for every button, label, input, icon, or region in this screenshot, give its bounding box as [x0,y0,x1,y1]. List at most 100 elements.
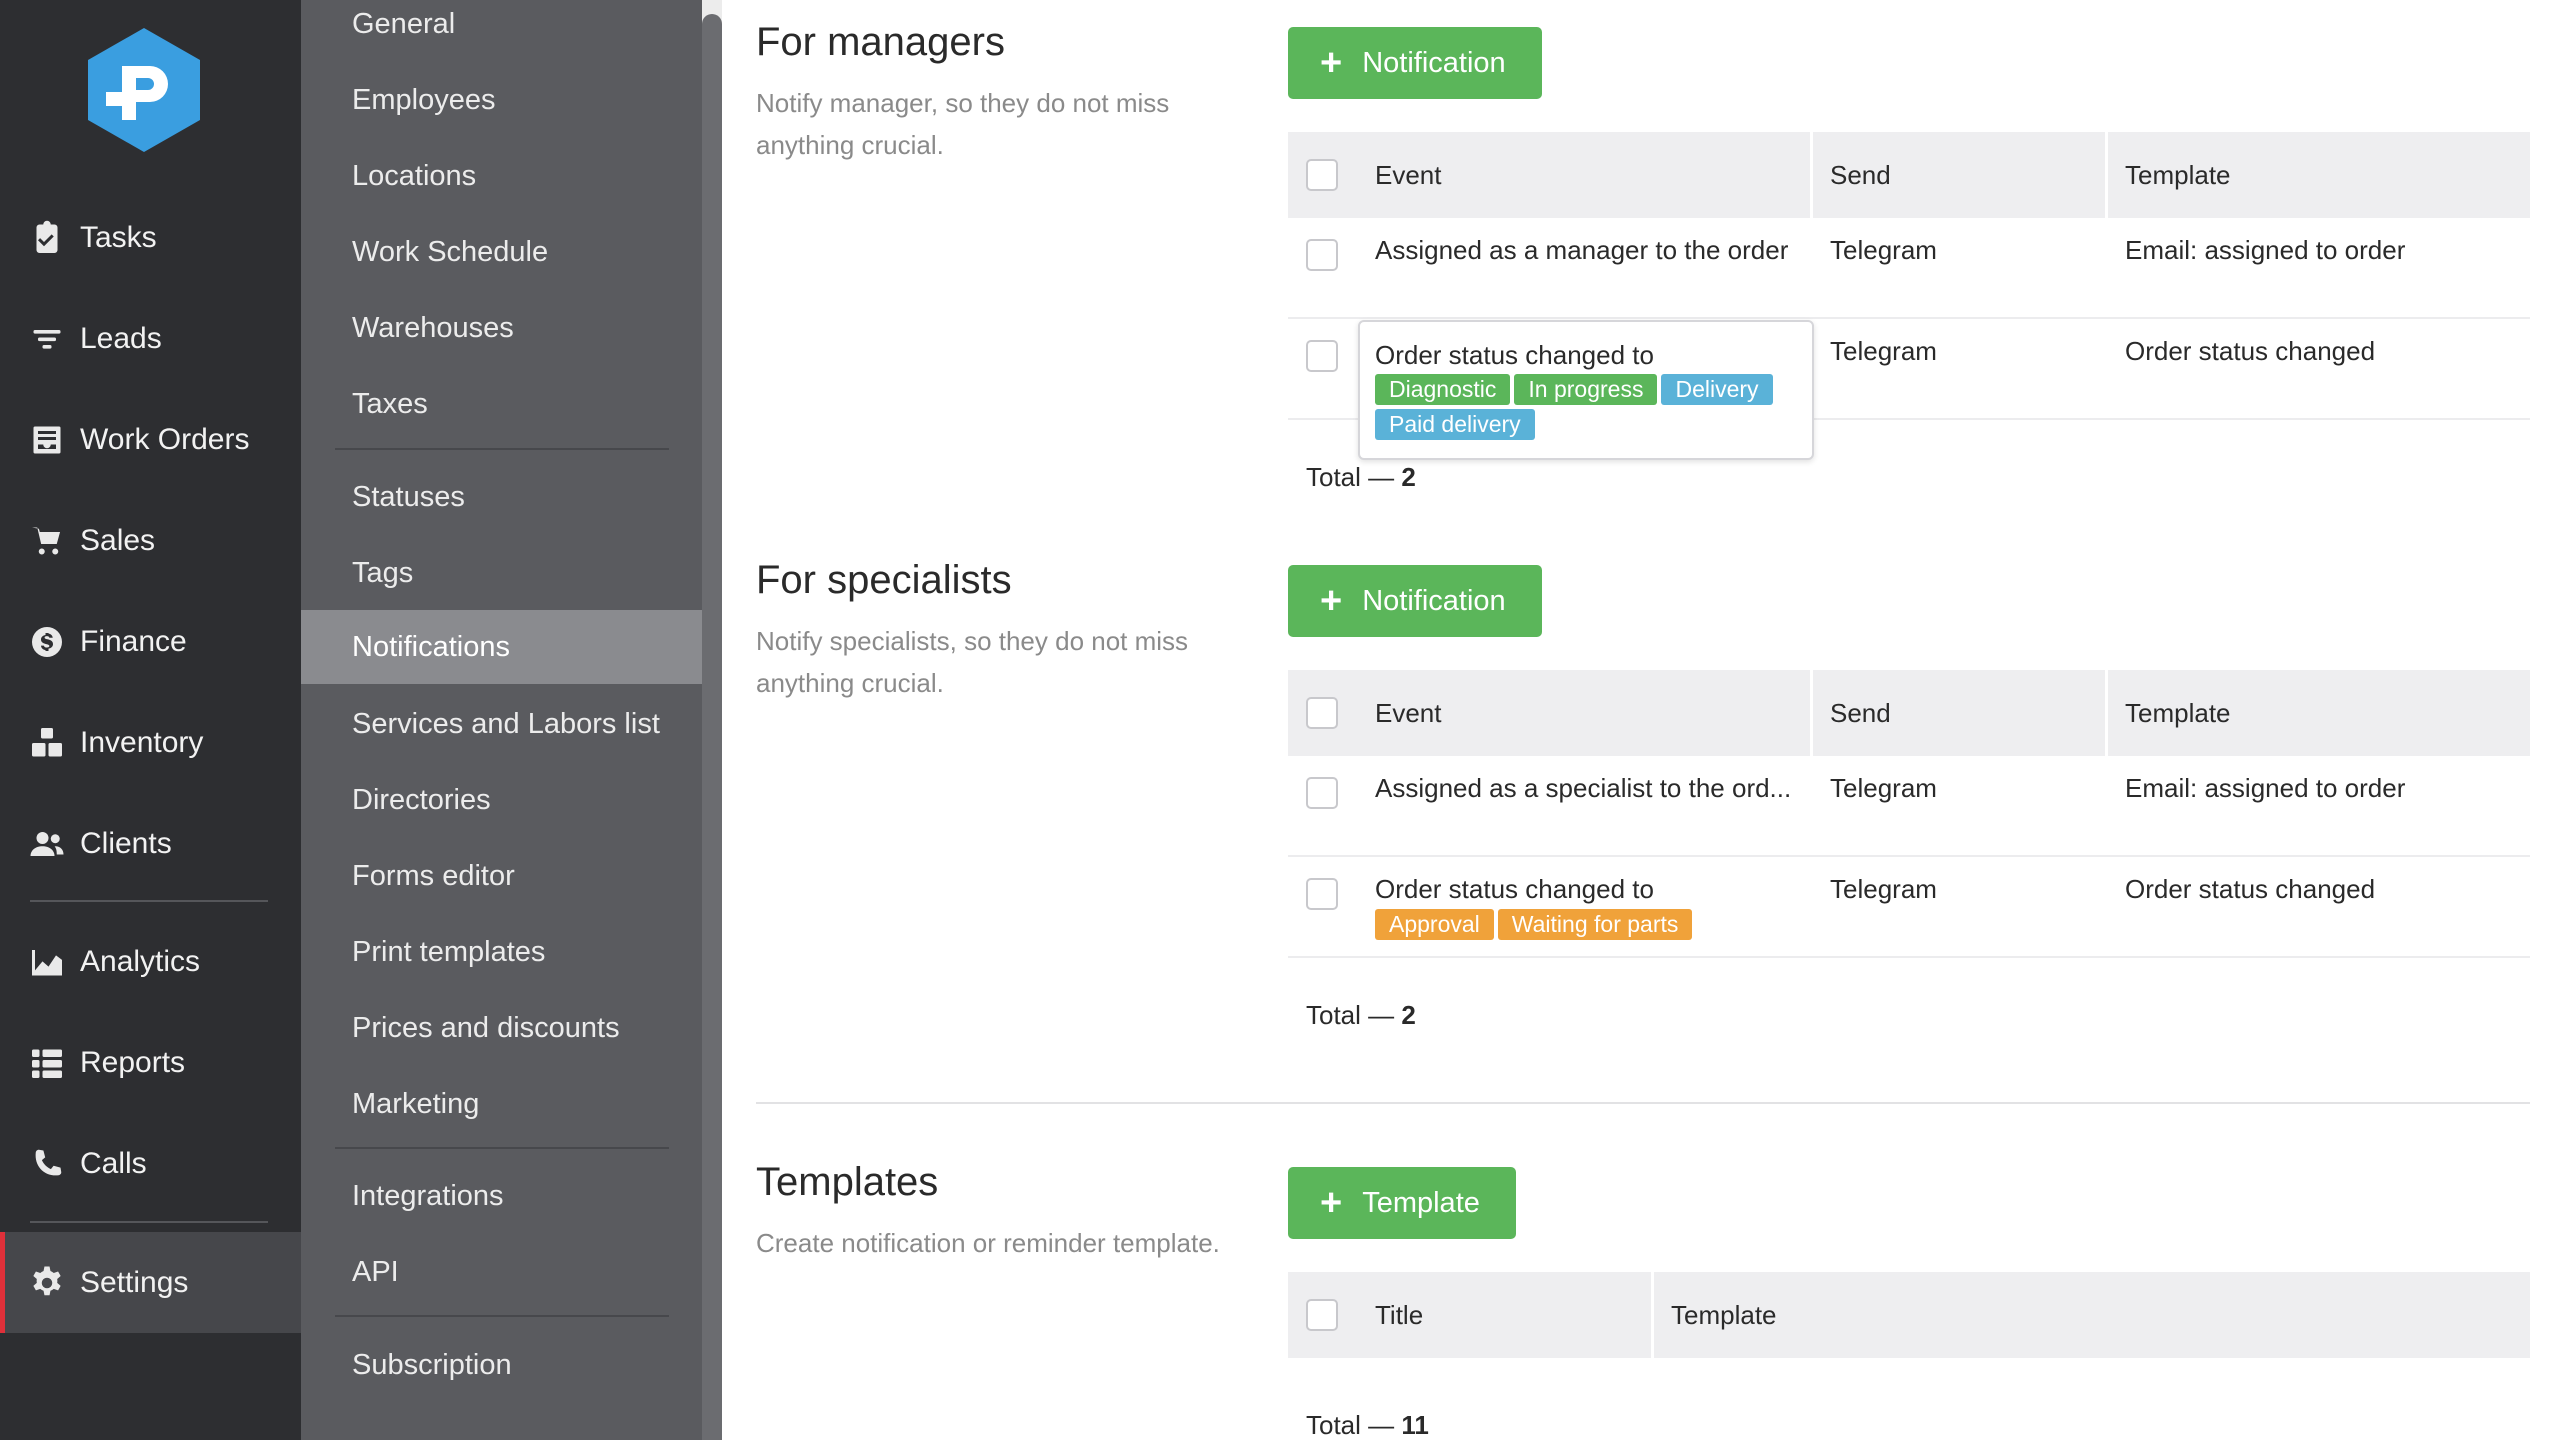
settings-item-api[interactable]: API [301,1235,702,1309]
nav-divider [30,1221,268,1223]
clipboard-check-icon [28,219,66,257]
table-row[interactable]: Assigned as a specialist to the ord... T… [1288,756,2530,857]
phone-icon [28,1145,66,1183]
settings-item-general[interactable]: General [301,0,702,61]
status-tags: Approval Waiting for parts [1375,909,1693,940]
boxes-icon [28,724,66,762]
add-template-button[interactable]: + Template [1288,1167,1516,1239]
nav-clients[interactable]: Clients [0,793,301,894]
total-label: Total — [1306,1410,1395,1440]
status-tag: Approval [1375,909,1494,940]
cart-icon [28,522,66,560]
settings-item-directories[interactable]: Directories [301,763,702,837]
select-all-checkbox[interactable] [1306,697,1338,729]
row-checkbox[interactable] [1306,239,1338,271]
table-row[interactable]: Order status changed to Approval Waiting… [1288,857,2530,958]
add-manager-notification-button[interactable]: + Notification [1288,27,1542,99]
nav-tasks[interactable]: Tasks [0,187,301,288]
settings-item-integrations[interactable]: Integrations [301,1159,702,1233]
column-separator [2105,670,2108,756]
settings-divider [335,448,669,450]
send-cell: Telegram [1830,235,1937,265]
primary-sidebar: Tasks Leads Work Orders Sales Finance In… [0,0,301,1440]
send-cell: Telegram [1830,874,1937,904]
template-cell: Order status changed [2125,874,2376,904]
nav-label: Calls [80,1146,147,1180]
settings-item-services-labors[interactable]: Services and Labors list [301,687,702,761]
settings-divider [335,1147,669,1149]
button-label: Template [1362,1186,1480,1219]
column-separator [2105,132,2108,218]
total-count: 2 [1401,1000,1416,1030]
settings-sidebar: General Employees Locations Work Schedul… [301,0,702,1440]
settings-item-statuses[interactable]: Statuses [301,460,702,534]
button-label: Notification [1362,584,1506,617]
nav-settings[interactable]: Settings [0,1232,301,1333]
send-cell: Telegram [1830,773,1937,803]
status-tag: Waiting for parts [1497,909,1693,940]
nav-leads[interactable]: Leads [0,288,301,389]
template-cell: Email: assigned to order [2125,773,2406,803]
column-separator [1651,1272,1654,1358]
template-cell: Email: assigned to order [2125,235,2406,265]
button-label: Notification [1362,46,1506,79]
plus-icon: + [1320,580,1343,622]
settings-item-notifications[interactable]: Notifications [301,610,702,684]
event-cell: Order status changed to [1375,340,1654,370]
total-label: Total — [1306,462,1395,492]
status-tags: Diagnostic In progress Delivery Paid del… [1375,374,1805,440]
settings-item-work-schedule[interactable]: Work Schedule [301,215,702,289]
settings-item-marketing[interactable]: Marketing [301,1067,702,1141]
template-cell: Order status changed [2125,336,2376,366]
settings-divider [335,1315,669,1317]
settings-item-warehouses[interactable]: Warehouses [301,291,702,365]
select-all-checkbox[interactable] [1306,159,1338,191]
status-tag: In progress [1514,374,1658,405]
settings-item-prices-discounts[interactable]: Prices and discounts [301,991,702,1065]
app-logo[interactable] [82,26,206,154]
total-count: 2 [1401,462,1416,492]
dollar-icon [28,623,66,661]
nav-sales[interactable]: Sales [0,490,301,591]
settings-item-print-templates[interactable]: Print templates [301,915,702,989]
send-cell: Telegram [1830,336,1937,366]
column-separator [1810,670,1813,756]
gear-icon [28,1264,66,1302]
settings-item-taxes[interactable]: Taxes [301,367,702,441]
settings-item-subscription[interactable]: Subscription [301,1328,702,1402]
column-separator [1810,132,1813,218]
settings-item-forms-editor[interactable]: Forms editor [301,839,702,913]
plus-icon: + [1320,1182,1343,1224]
specialists-total: Total — 2 [1306,1000,1416,1031]
select-all-checkbox[interactable] [1306,1299,1338,1331]
status-tag: Paid delivery [1375,409,1535,440]
settings-item-tags[interactable]: Tags [301,536,702,610]
nav-finance[interactable]: Finance [0,591,301,692]
row-checkbox[interactable] [1306,340,1338,372]
nav-calls[interactable]: Calls [0,1113,301,1214]
nav-label: Settings [80,1265,189,1299]
specialists-section-description: Notify specialists, so they do not miss … [756,626,1189,698]
nav-divider [30,900,268,902]
column-header-title: Title [1375,1299,1424,1330]
nav-inventory[interactable]: Inventory [0,692,301,793]
chart-area-icon [28,943,66,981]
table-row[interactable]: Assigned as a manager to the order Teleg… [1288,218,2530,319]
row-checkbox[interactable] [1306,777,1338,809]
settings-item-locations[interactable]: Locations [301,139,702,213]
inbox-icon [28,421,66,459]
row-checkbox[interactable] [1306,878,1338,910]
plus-icon: + [1320,42,1343,84]
settings-item-employees[interactable]: Employees [301,63,702,137]
templates-section-description: Create notification or reminder template… [756,1228,1220,1258]
nav-label: Clients [80,826,172,860]
filter-icon [28,320,66,358]
add-specialist-notification-button[interactable]: + Notification [1288,565,1542,637]
nav-reports[interactable]: Reports [0,1012,301,1113]
event-cell: Assigned as a manager to the order [1375,235,1789,265]
sidebar-scrollbar-thumb[interactable] [702,14,722,1440]
managers-section-description: Notify manager, so they do not miss anyt… [756,88,1170,160]
status-tag: Delivery [1661,374,1773,405]
nav-work-orders[interactable]: Work Orders [0,389,301,490]
nav-analytics[interactable]: Analytics [0,911,301,1012]
